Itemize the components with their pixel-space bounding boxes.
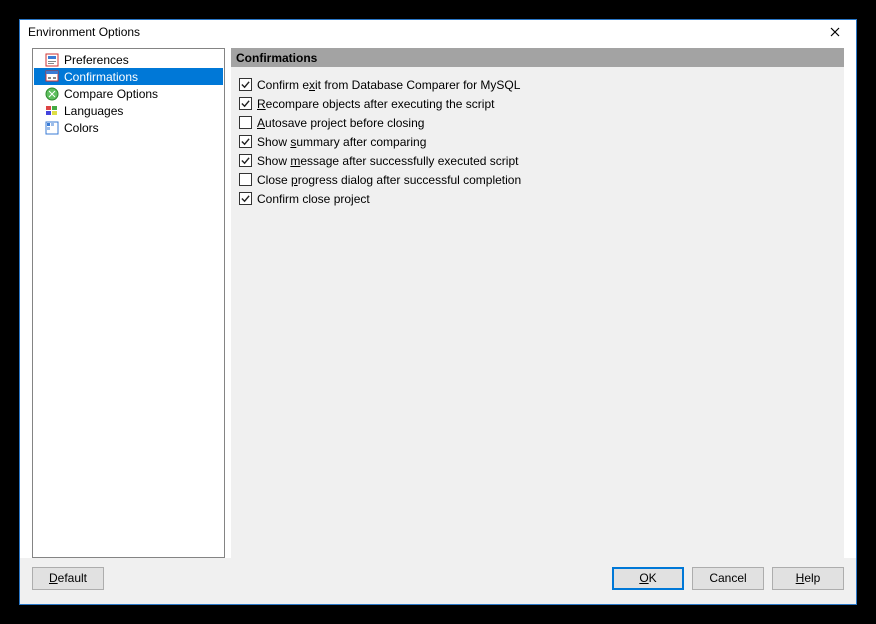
dialog-body: Preferences Confirmations Compare Option…	[20, 44, 856, 558]
sidebar-item-label: Languages	[64, 104, 123, 118]
checkbox-label: Confirm close project	[257, 192, 370, 206]
checkbox-show-summary[interactable]: Show summary after comparing	[239, 132, 836, 151]
sidebar-item-confirmations[interactable]: Confirmations	[34, 68, 223, 85]
confirmations-icon	[44, 69, 60, 85]
sidebar-item-label: Colors	[64, 121, 99, 135]
ok-button[interactable]: OK	[612, 567, 684, 590]
compare-icon	[44, 86, 60, 102]
sidebar-item-label: Compare Options	[64, 87, 158, 101]
languages-icon	[44, 103, 60, 119]
dialog-footer: Default OK Cancel Help	[20, 558, 856, 604]
checkbox-confirm-exit[interactable]: Confirm exit from Database Comparer for …	[239, 75, 836, 94]
sidebar-item-preferences[interactable]: Preferences	[34, 51, 223, 68]
window-title: Environment Options	[28, 25, 820, 39]
checkbox-label: Autosave project before closing	[257, 116, 424, 130]
checkbox-show-message[interactable]: Show message after successfully executed…	[239, 151, 836, 170]
sidebar-item-label: Confirmations	[64, 70, 138, 84]
checkbox-confirm-close-project[interactable]: Confirm close project	[239, 189, 836, 208]
checkbox-icon	[239, 97, 252, 110]
category-tree: Preferences Confirmations Compare Option…	[32, 48, 225, 558]
checkbox-label: Show message after successfully executed…	[257, 154, 518, 168]
default-button[interactable]: Default	[32, 567, 104, 590]
checkbox-icon	[239, 154, 252, 167]
help-button[interactable]: Help	[772, 567, 844, 590]
checkbox-icon	[239, 116, 252, 129]
sidebar-item-languages[interactable]: Languages	[34, 102, 223, 119]
preferences-icon	[44, 52, 60, 68]
sidebar-item-compare-options[interactable]: Compare Options	[34, 85, 223, 102]
titlebar: Environment Options	[20, 20, 856, 44]
checkbox-label: Close progress dialog after successful c…	[257, 173, 521, 187]
checkbox-icon	[239, 192, 252, 205]
environment-options-dialog: Environment Options Preferences Confirma…	[19, 19, 857, 605]
close-button[interactable]	[820, 22, 850, 42]
close-icon	[830, 27, 840, 37]
checkbox-label: Recompare objects after executing the sc…	[257, 97, 494, 111]
checkbox-autosave[interactable]: Autosave project before closing	[239, 113, 836, 132]
colors-icon	[44, 120, 60, 136]
checkbox-icon	[239, 135, 252, 148]
checkbox-label: Show summary after comparing	[257, 135, 426, 149]
checkbox-label: Confirm exit from Database Comparer for …	[257, 78, 520, 92]
cancel-button[interactable]: Cancel	[692, 567, 764, 590]
section-title: Confirmations	[231, 48, 844, 67]
sidebar-item-colors[interactable]: Colors	[34, 119, 223, 136]
checkbox-recompare[interactable]: Recompare objects after executing the sc…	[239, 94, 836, 113]
main-panel: Confirmations Confirm exit from Database…	[231, 48, 844, 558]
options-area: Confirm exit from Database Comparer for …	[231, 67, 844, 558]
checkbox-icon	[239, 173, 252, 186]
checkbox-icon	[239, 78, 252, 91]
checkbox-close-progress[interactable]: Close progress dialog after successful c…	[239, 170, 836, 189]
sidebar-item-label: Preferences	[64, 53, 129, 67]
